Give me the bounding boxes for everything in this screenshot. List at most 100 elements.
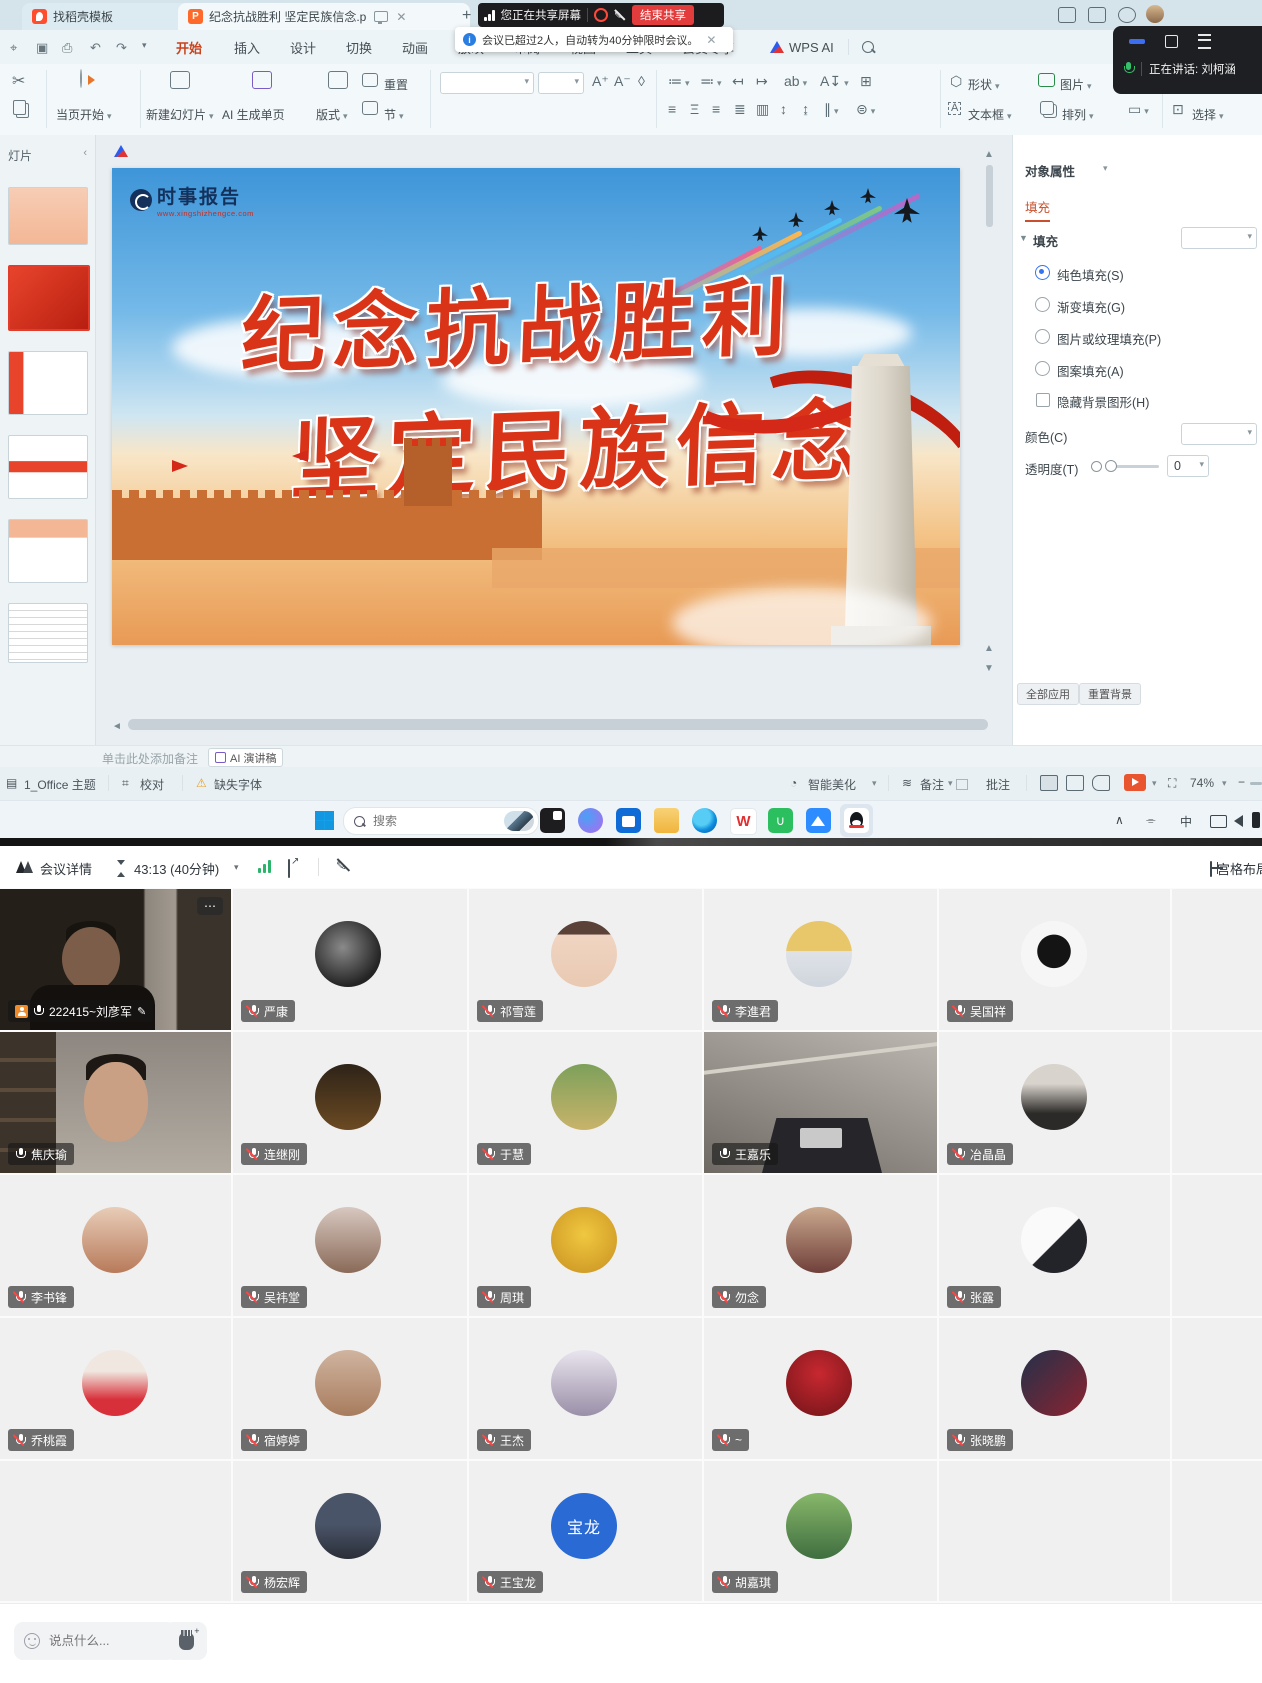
zoom-out-icon[interactable]: − [1238,775,1245,789]
decrease-font-icon[interactable]: A⁻ [614,74,631,88]
section-button[interactable]: 节▾ [384,106,404,123]
new-tab-button[interactable]: + [462,7,471,25]
participant-tile[interactable]: 吴祎堂 [233,1175,467,1316]
quick-chat-box[interactable] [14,1622,176,1660]
line-spacing-icon[interactable]: ↕ [780,102,787,116]
participant-tile[interactable]: 周琪 [469,1175,702,1316]
quick-chat-input[interactable] [47,1633,151,1649]
numbered-list-icon[interactable]: ≕▾ [700,74,722,88]
vertical-scrollbar[interactable] [986,165,993,227]
annotate-off-icon[interactable] [614,9,626,21]
ime-indicator[interactable]: 中 [1180,813,1192,830]
minimized-bar-icon[interactable] [1129,39,1145,44]
section-icon[interactable] [362,101,378,115]
transparency-slider-handle[interactable] [1105,460,1117,472]
slide-thumbnail[interactable] [8,519,88,583]
edge-icon[interactable] [692,808,717,833]
green-app-icon[interactable]: ∪ [768,808,793,833]
slide-editor[interactable]: 时事报告 www.xingshizhengce.com 纪念抗战胜利 坚定民族信… [112,168,960,645]
tray-volume-icon[interactable] [1234,815,1243,827]
slideshow-play-button[interactable] [1124,774,1146,791]
integration-icon[interactable] [1118,7,1136,23]
scroll-up-icon[interactable]: ▲ [984,149,994,160]
picture-fill-label[interactable]: 图片或纹理填充(P) [1057,329,1161,348]
slide-thumbnail-active[interactable] [8,265,90,331]
decrease-indent-icon[interactable]: ↤ [732,74,744,88]
meeting-details-link[interactable]: 会议详情 [40,859,92,878]
missing-font-label[interactable]: 缺失字体 [214,776,262,793]
search-input[interactable] [371,813,475,829]
pattern-fill-label[interactable]: 图案填充(A) [1057,361,1124,380]
fill-tab[interactable]: 填充 [1025,197,1050,222]
select-button[interactable]: 选择▾ [1192,106,1224,123]
tray-chevron-icon[interactable]: ∧ [1115,813,1124,827]
slide-thumbnail[interactable] [8,187,88,245]
record-icon[interactable] [594,8,608,22]
zoom-value[interactable]: 74% [1190,776,1214,790]
ai-speech-button[interactable]: AI 演讲稿 [208,748,283,767]
menu-design[interactable]: 设计 [290,30,316,64]
justify-icon[interactable]: ≣ [734,102,746,116]
theme-name[interactable]: 1_Office 主题 [24,776,96,793]
play-from-current-icon[interactable] [80,70,82,88]
participant-tile[interactable]: 连继刚 [233,1032,467,1173]
tray-mic-icon[interactable]: ⌯ [1146,813,1156,828]
prev-slide-icon[interactable]: ▲ [984,643,994,654]
font-size-combo[interactable] [538,72,584,94]
shape-button[interactable]: 形状▾ [968,76,1000,93]
comment-label[interactable]: 批注 [986,776,1010,793]
quickbar-chevron-icon[interactable]: ▾ [142,40,147,51]
reset-icon[interactable] [362,73,378,87]
participant-tile[interactable]: 宿婷婷 [233,1318,467,1459]
columns-icon[interactable]: ∥▾ [824,102,839,116]
participant-tile[interactable]: ⋯ 222415~刘彦军 ✎ [0,889,231,1030]
tencent-meeting-icon[interactable] [806,808,831,833]
hide-bg-label[interactable]: 隐藏背景图形(H) [1057,392,1149,411]
collapse-panel-icon[interactable]: ‹ [83,147,87,159]
timer-chevron-icon[interactable]: ▾ [234,862,239,873]
participant-tile[interactable]: ~ [704,1318,937,1459]
taskbar-search[interactable] [343,807,539,835]
hide-bg-checkbox[interactable] [1036,393,1050,407]
reset-button[interactable]: 重置 [384,76,408,93]
participant-tile[interactable]: 杨宏辉 [233,1461,467,1601]
participant-tile[interactable]: 祁雪莲 [469,889,702,1030]
file-explorer-icon[interactable] [654,808,679,833]
reset-background-button[interactable]: 重置背景 [1079,683,1141,705]
list-icon[interactable] [1198,34,1211,49]
beautify-label[interactable]: 智能美化 [808,776,856,793]
tab-current-presentation[interactable]: P 纪念抗战胜利 坚定民族信念.p ✕ [178,3,470,30]
increase-indent-icon[interactable]: ↦ [756,74,768,88]
new-slide-icon[interactable] [170,71,190,89]
participant-tile[interactable]: 焦庆瑜 [0,1032,231,1173]
participant-tile[interactable]: 张晓鹏 [939,1318,1170,1459]
slide-sorter-icon[interactable] [1066,775,1084,791]
raise-hand-button[interactable] [165,1622,207,1660]
bullet-list-icon[interactable]: ≔▾ [668,74,690,88]
play-options-chevron-icon[interactable]: ▾ [1152,778,1157,789]
participant-tile[interactable]: 李书锋 [0,1175,231,1316]
toast-close-icon[interactable]: ✕ [706,33,716,47]
print-icon[interactable]: ⎙ [62,40,72,56]
fit-screen-icon[interactable]: ⛶ [1168,776,1176,791]
participant-tile[interactable]: 张露 [939,1175,1170,1316]
emoji-icon[interactable] [24,1633,40,1649]
notes-placeholder[interactable]: 单击此处添加备注 [102,750,198,767]
gradient-fill-label[interactable]: 渐变填充(G) [1057,297,1125,316]
textbox-button[interactable]: 文本框▾ [968,106,1012,123]
qq-icon[interactable] [844,808,869,833]
new-slide-button[interactable]: 新建幻灯片▾ [146,106,214,123]
more-options-button[interactable]: ⋯ [197,897,223,915]
meeting-timer[interactable]: 43:13 (40分钟) [134,859,219,878]
fill-preset-combo[interactable] [1181,227,1257,249]
notes-label[interactable]: 备注 [920,776,944,793]
participant-tile[interactable]: 乔桃霞 [0,1318,231,1459]
undo-icon[interactable]: ↶ [90,40,101,56]
transparency-value-box[interactable]: 0 [1167,455,1209,477]
solid-fill-label[interactable]: 纯色填充(S) [1057,265,1124,284]
task-view-icon[interactable] [540,808,565,833]
align-left-icon[interactable]: ≡ [668,102,676,116]
menu-transition[interactable]: 切换 [346,30,372,64]
reading-view-icon[interactable] [1092,775,1110,791]
participant-tile[interactable]: 李進君 [704,889,937,1030]
